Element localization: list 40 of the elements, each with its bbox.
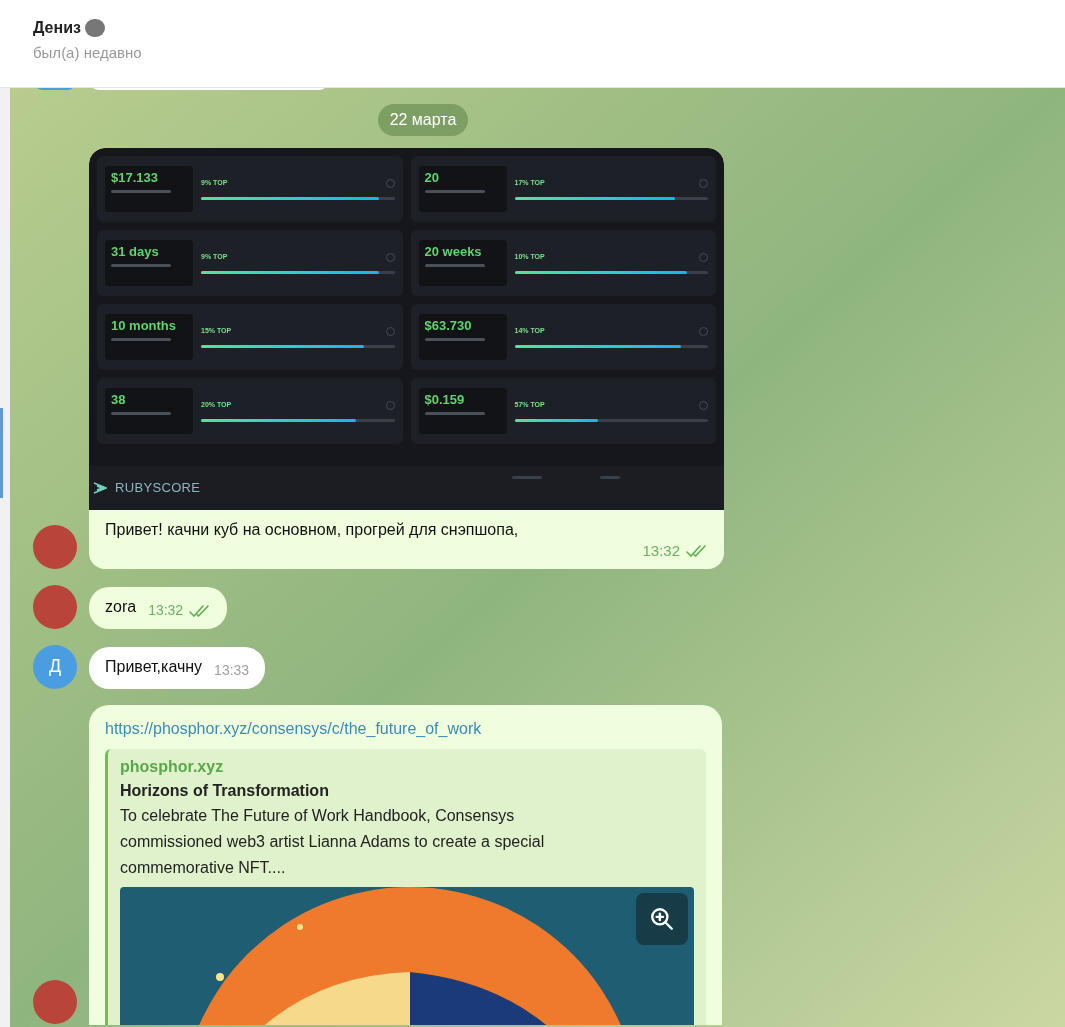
blurred-caption [111,190,171,194]
message-time: 13:32 [148,601,184,620]
stat-value: 10 months [111,318,177,335]
avatar-photo-placeholder[interactable] [33,980,77,1024]
stat-value: $0.159 [424,392,466,409]
avatar-photo-placeholder[interactable] [33,524,77,569]
message-time: 13:32 [642,541,680,561]
stat-value: 31 days [111,244,160,261]
sticker-icon [84,19,105,37]
preview-description: To celebrate The Future of Work Handbook, Consensys commissioned web3 artist Lianna Adams to create a special commemorative NFT.... [120,805,546,878]
brand-name: RUBYSCORE [115,479,201,498]
stat-value: 20 weeks [424,244,483,261]
artwork-drawing[interactable] [120,886,694,1025]
preview-site: phosphor.xyz [120,756,225,777]
blurred-caption [424,412,485,416]
zoom-in-icon[interactable] [636,892,688,945]
blurred-caption [424,264,485,268]
date-pill: 22 марта [377,104,469,136]
message-text: Привет! качни куб на основном, прогрей для снэпшопа, [105,520,520,540]
stat-value: 38 [111,392,127,409]
message-text: Привет,качну [105,656,203,677]
blurred-caption [424,338,485,342]
contact-name: Дениз [33,18,81,38]
logo-icon [93,482,107,494]
blurred-caption [111,412,171,416]
link[interactable]: https://phosphor.xyz/consensys/c/the_future_of_work [105,716,706,741]
blurred-footer-text [600,476,620,479]
blurred-caption [424,190,485,194]
stat-value: 20 [424,170,440,187]
preview-title: Horizons of Transformation [120,780,330,801]
blurred-footer-text [512,476,542,479]
avatar[interactable]: Д [33,644,77,689]
message-time: 13:33 [214,661,250,680]
blurred-caption [111,338,171,342]
blurred-caption [111,264,171,268]
stat-value: $17.133 [111,170,159,187]
stat-value: $63.730 [424,318,473,335]
avatar-photo-placeholder[interactable] [33,584,77,629]
contact-status: был(а) недавно [33,43,143,63]
message-text: zora [105,596,137,617]
